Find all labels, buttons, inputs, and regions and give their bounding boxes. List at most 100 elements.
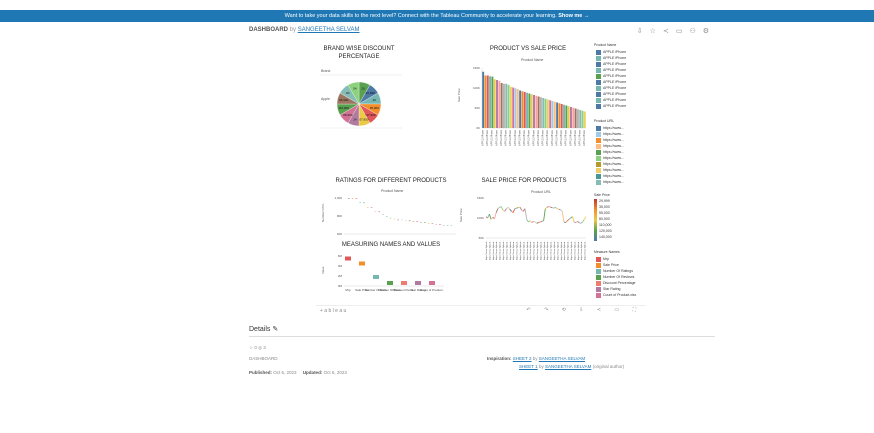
bar-x-tick: APPLE iPhone (518, 129, 521, 145)
pie-brand-value: Apple (321, 97, 330, 101)
bar-mark (533, 95, 535, 128)
legend-label: https://www... (603, 126, 624, 130)
bar-x-tick: APPLE iPhone (560, 129, 563, 145)
legend-swatch (596, 268, 601, 274)
legend-label: https://www... (603, 144, 624, 148)
measure-y-tick: 2M (338, 274, 343, 278)
favorite-icon[interactable]: ☆ (249, 345, 253, 350)
sale-line-segment (540, 221, 543, 223)
rating-y-tick: 1,000 (334, 196, 342, 200)
edit-pencil-icon[interactable]: ✎ (272, 326, 278, 333)
inspiration-author-link-2[interactable]: SANGEETHA SELVAM (545, 364, 591, 369)
banner-text: Want to take your data skills to the nex… (284, 13, 557, 19)
bar-mark (579, 110, 582, 128)
legend-product-name-title: Product Name (594, 43, 617, 47)
legend-label: Mrp (603, 257, 610, 261)
sale-line-segment (557, 208, 560, 210)
legend-swatch (596, 67, 601, 73)
legend-swatch (596, 280, 601, 286)
bar-mark (503, 83, 505, 128)
legend-label: APPLE iPhone (603, 50, 627, 54)
rating-mark (355, 198, 358, 199)
bar-mark (560, 104, 563, 128)
legend-swatch (596, 49, 601, 55)
sale-line-segment (533, 221, 536, 223)
legend-item-product[interactable]: APPLE iPhone (596, 103, 626, 109)
rating-y-tick: 800 (337, 214, 342, 218)
rating-mark (439, 224, 441, 225)
inspiration-sheet-1-link[interactable]: SHEET 1 (519, 364, 538, 369)
community-banner: Want to take your data skills to the nex… (0, 10, 874, 22)
legend-swatch (596, 274, 601, 280)
sale-x-tick: https://www.flipkart... (505, 240, 508, 260)
bar-x-tick: APPLE iPhone (546, 129, 549, 145)
bar-mark (542, 98, 545, 128)
views-count: 3 (263, 345, 266, 350)
pie-slice-label: 14 (353, 117, 357, 121)
share-icon[interactable]: ≺ (663, 27, 669, 35)
bar-mark (519, 90, 522, 128)
sale-line-segment (572, 216, 575, 223)
updated-label: Updated: (302, 370, 323, 375)
legend-label: https://www... (603, 150, 624, 154)
legend-label: Count of Product.xlsx (603, 293, 637, 297)
legend-item-measure[interactable]: Count of Product.xlsx (596, 292, 636, 298)
bar-x-tick: APPLE iPhone (509, 129, 512, 145)
bar-y-label: Sale Price (457, 88, 461, 102)
dashboard-viz[interactable]: 26 26,699 26 35,000 117,900 107,900 14 89,900 11… (316, 42, 646, 316)
rating-mark (351, 198, 354, 199)
sale-x-tick: https://www.flipkart... (563, 240, 566, 260)
viz-header: DASHBOARD by SANGEETHA SELVAM ⇩ ☆ ≺ ▭ ⚇ … (249, 27, 715, 37)
settings-icon[interactable]: ⚙ (703, 27, 709, 35)
bar-mark (539, 97, 542, 128)
legend-item-url[interactable]: https://www... (596, 179, 624, 185)
sale-line-segment (558, 208, 561, 211)
bar-mark (509, 86, 512, 128)
by-label: by (289, 27, 297, 33)
bar-mark (567, 106, 570, 128)
inspiration-sheet-2-link[interactable]: SHEET 2 (513, 356, 532, 361)
sale-line-segment (574, 221, 576, 223)
legend-swatch (596, 73, 601, 79)
toolbar-controls[interactable]: ↶ ↷ ⟲ ⇩ ≺ ▭ ⛶ (526, 307, 642, 313)
pie-slice-label: 26,699 (366, 91, 376, 95)
sale-price-gradient (594, 199, 597, 241)
legend-label: https://www... (603, 156, 624, 160)
inspiration-row-2: SHEET 1 by SANGEETHA SELVAM (original au… (519, 364, 624, 369)
bar-mark (576, 109, 579, 128)
legend-label: APPLE iPhone (603, 92, 627, 96)
legend-swatch (596, 155, 601, 161)
viz-type: DASHBOARD (249, 356, 278, 361)
download-icon[interactable]: ⇩ (637, 27, 643, 35)
sale-line-segment (546, 206, 549, 208)
pie-slice-label: 110,900 (338, 106, 349, 110)
bar-x-tick: APPLE iPhone (565, 129, 568, 145)
bar-x-tick: APPLE iPhone (514, 129, 517, 145)
details-label: Details (249, 326, 271, 333)
bar-mark (484, 75, 487, 128)
rating-mark (424, 222, 426, 223)
legend-label: https://www... (603, 174, 624, 178)
rating-mark (393, 218, 396, 220)
sale-line-segment (567, 218, 570, 222)
bar-mark (549, 100, 552, 128)
bar-mark (556, 102, 559, 128)
inspiration-author-link-1[interactable]: SANGEETHA SELVAM (539, 356, 585, 361)
legend-label: https://www... (603, 180, 624, 184)
user-icon[interactable]: ⚇ (689, 27, 695, 35)
bar-mark (523, 92, 526, 128)
pie-slice-label: 35,000 (370, 106, 380, 110)
legend-swatch (596, 173, 601, 179)
comment-icon[interactable]: ▭ (676, 27, 683, 35)
sale-x-tick: https://www.flipkart... (570, 240, 573, 260)
by-label-2: by (538, 364, 544, 369)
pie-slice-label: 26 (361, 87, 365, 91)
original-author-note: (original author) (592, 364, 625, 369)
author-link[interactable]: SANGEETHA SELVAM (298, 27, 360, 33)
sale-line-segment (575, 221, 578, 223)
rating-mark (408, 220, 411, 222)
star-icon[interactable]: ☆ (650, 27, 656, 35)
pie-slice-label: 89,900 (343, 113, 353, 117)
show-me-link[interactable]: Show me → (558, 13, 589, 19)
bar-mark (528, 93, 531, 128)
